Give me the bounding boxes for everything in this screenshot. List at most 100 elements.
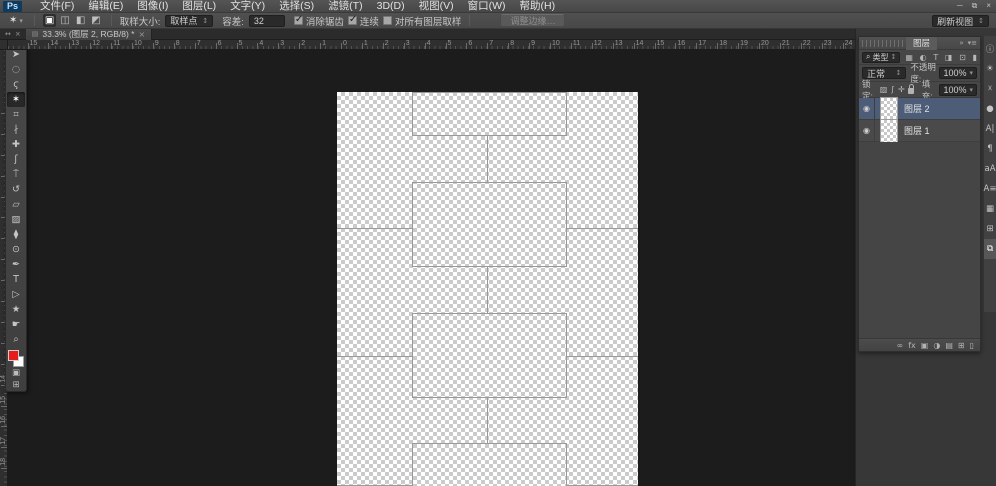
layer-name: 图层 2	[904, 104, 930, 114]
horizontal-ruler[interactable]: 15 14 13 12 11 10 9 8 7 6 5 4 3 2 1 0 1 2 3 4 5 6 7 8 9 10 11 12 13 1…	[8, 40, 855, 50]
new-layer-icon[interactable]: ⊞	[958, 339, 965, 352]
tolerance-input[interactable]	[248, 14, 285, 27]
lasso-tool[interactable]: ϛ	[7, 77, 25, 92]
intersect-selection-icon[interactable]: ◩	[89, 14, 102, 27]
gradient-tool[interactable]: ▨	[7, 212, 25, 227]
magic-wand-tool[interactable]: ✶	[7, 92, 25, 107]
add-mask-icon[interactable]: ▣	[921, 339, 929, 352]
layer-thumbnail[interactable]	[880, 96, 898, 121]
menu-item-5[interactable]: 选择(S)	[272, 0, 321, 12]
quick-mask-icon[interactable]: ▣	[7, 367, 25, 379]
menu-item-6[interactable]: 滤镜(T)	[321, 0, 369, 12]
menu-item-2[interactable]: 图像(I)	[130, 0, 175, 12]
3d-panel-icon[interactable]: ●	[984, 99, 996, 119]
marquee-tool[interactable]: ◌	[7, 62, 25, 77]
menu-item-3[interactable]: 图层(L)	[175, 0, 223, 12]
fill-select[interactable]: 100% ▾	[939, 83, 978, 96]
dodge-tool[interactable]: ⊙	[7, 242, 25, 257]
healing-brush-tool[interactable]: ✚	[7, 137, 25, 152]
crop-tool[interactable]: ⌗	[7, 107, 25, 122]
hand-tool[interactable]: ☛	[7, 317, 25, 332]
type-tool[interactable]: T	[7, 272, 25, 287]
blur-tool[interactable]: ⧫	[7, 227, 25, 242]
delete-layer-icon[interactable]: ▯	[970, 339, 974, 352]
checkbox-box-0[interactable]	[293, 14, 303, 25]
layers-panel-icon[interactable]: ⧉	[983, 239, 996, 259]
tab-close-icon[interactable]: ×	[139, 30, 146, 39]
libraries-panel-icon[interactable]: ▦	[984, 199, 996, 219]
layers-tab[interactable]: 图层	[906, 36, 938, 50]
zoom-tool[interactable]: ⌕	[7, 332, 25, 347]
visibility-toggle[interactable]: ◉	[859, 120, 875, 141]
panel-menu-icon[interactable]: ▾≡	[968, 39, 977, 47]
adjustments-panel-icon[interactable]: ☀	[984, 59, 996, 79]
document-tab[interactable]: ▤ 33.3% (图层 2, RGB/8) * ×	[25, 28, 153, 40]
layer-thumbnail[interactable]	[880, 118, 898, 143]
actions-panel-icon[interactable]: ⊞	[984, 219, 996, 239]
menu-item-0[interactable]: 文件(F)	[33, 0, 81, 12]
tab-bar-control-1[interactable]: ×	[15, 30, 21, 38]
lock-transparency-icon[interactable]: ▨	[880, 85, 888, 94]
new-group-icon[interactable]: ▤	[945, 339, 953, 352]
sample-size-select[interactable]: 取样点 ↕	[165, 14, 214, 27]
checkbox-1[interactable]: 连续	[347, 14, 379, 28]
filter-shape-layers-icon[interactable]: ◨	[945, 53, 953, 62]
eyedropper-tool[interactable]: ∤	[7, 122, 25, 137]
close-icon[interactable]: ×	[986, 1, 991, 10]
path-selection-tool[interactable]: ▷	[7, 287, 25, 302]
brush-tool[interactable]: ʃ	[7, 152, 25, 167]
refine-edge-button[interactable]: 调整边缘…	[500, 14, 566, 27]
document-canvas[interactable]	[337, 92, 638, 486]
lock-paint-icon[interactable]: ʃ	[891, 85, 894, 94]
foreground-color-swatch[interactable]	[8, 350, 19, 361]
layer-filter-select[interactable]: ⌕ 类型 ↕	[862, 51, 901, 63]
checkbox-box-1[interactable]	[347, 14, 357, 25]
workspace-switcher[interactable]: 刷新视图 ↕	[932, 15, 989, 27]
expand-panels-icon[interactable]: »	[959, 39, 963, 47]
history-brush-tool[interactable]: ↺	[7, 182, 25, 197]
filter-toggle-icon[interactable]: ▮	[973, 53, 977, 62]
visibility-toggle[interactable]: ◉	[859, 98, 875, 119]
layer-row-2[interactable]: ◉ 图层 1	[859, 118, 980, 143]
menu-item-7[interactable]: 3D(D)	[370, 0, 412, 12]
menu-item-10[interactable]: 帮助(H)	[513, 0, 563, 12]
link-layers-icon[interactable]: ∞	[897, 339, 904, 352]
paragraph-panel-icon[interactable]: ¶	[984, 139, 996, 159]
info-panel-icon[interactable]: ⓘ	[984, 39, 996, 59]
eraser-tool[interactable]: ▱	[7, 197, 25, 212]
styles-panel-icon[interactable]: ☓	[984, 79, 996, 99]
minimize-icon[interactable]: ─	[957, 1, 963, 10]
lock-row: 锁定: ▨ ʃ ✛ 填充: 100% ▾	[859, 79, 980, 101]
add-to-selection-icon[interactable]: ◫	[58, 14, 71, 27]
tool-preset-picker[interactable]: ✶ ▾	[6, 15, 26, 26]
opacity-select[interactable]: 100% ▾	[939, 67, 977, 79]
menu-item-1[interactable]: 编辑(E)	[81, 0, 130, 12]
screen-mode-icon[interactable]: ⊞	[7, 379, 25, 391]
lock-position-icon[interactable]: ✛	[898, 85, 905, 94]
ruler-tick	[48, 43, 50, 49]
filter-smart-objects-icon[interactable]: ⊡	[959, 53, 966, 62]
lock-all-icon[interactable]	[907, 84, 915, 94]
adjustment-layer-icon[interactable]: ◑	[933, 339, 940, 352]
custom-shape-tool[interactable]: ★	[7, 302, 25, 317]
menu-item-9[interactable]: 窗口(W)	[461, 0, 513, 12]
character-styles-panel-icon[interactable]: A≡	[984, 179, 996, 199]
restore-icon[interactable]: ⧉	[972, 1, 978, 10]
clone-stamp-tool[interactable]: ⍑	[7, 167, 25, 182]
checkbox-0[interactable]: 消除锯齿	[293, 14, 344, 28]
separator	[469, 15, 471, 26]
subtract-from-selection-icon[interactable]: ◧	[74, 14, 87, 27]
menu-item-8[interactable]: 视图(V)	[412, 0, 461, 12]
checkbox-2[interactable]: 对所有图层取样	[382, 14, 461, 28]
glyphs-panel-icon[interactable]: aA	[984, 159, 996, 179]
pen-tool[interactable]: ✒	[7, 257, 25, 272]
checkbox-box-2[interactable]	[382, 16, 392, 25]
character-panel-icon[interactable]: A|	[984, 119, 996, 139]
tab-bar-control-0[interactable]: ↔	[5, 30, 11, 38]
ruler-tick	[236, 43, 238, 49]
menu-item-4[interactable]: 文字(Y)	[223, 0, 272, 12]
layer-row-1[interactable]: ◉ 图层 2	[859, 96, 980, 121]
layer-style-icon[interactable]: fx	[908, 339, 916, 352]
new-selection-icon[interactable]: ▣	[42, 14, 57, 27]
collapsed-tabs[interactable]	[862, 39, 904, 47]
